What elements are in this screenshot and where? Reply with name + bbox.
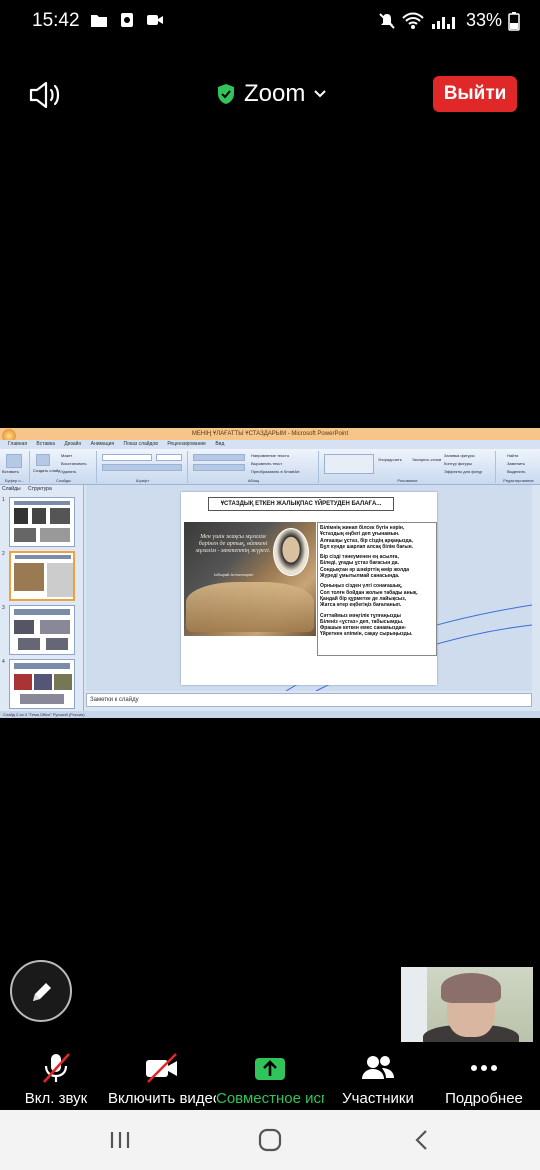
- share-screen-icon: [255, 1058, 285, 1080]
- back-icon[interactable]: [410, 1128, 434, 1152]
- quote-author: Ыбырай Алтынсарин: [214, 572, 254, 577]
- slide-number: 4: [2, 659, 5, 665]
- notes-field[interactable]: Заметки к слайду: [86, 693, 532, 707]
- pencil-icon: [33, 983, 51, 1001]
- ribbon-group: Упорядочить Экспресс-стили Заливка фигур…: [320, 451, 496, 483]
- ribbon-tab: Рецензирование: [167, 441, 206, 447]
- start-video-button[interactable]: Включить видео: [108, 1052, 216, 1108]
- slide-title: ҰСТАЗДЫҚ ЕТКЕН ЖАЛЫҚПАС ҮЙРЕТУДЕН БАЛАҒА…: [208, 497, 394, 511]
- encrypted-shield-icon: [218, 84, 234, 104]
- ribbon-group: Шрифт: [98, 451, 188, 483]
- home-icon[interactable]: [257, 1128, 283, 1152]
- video-off-icon: [146, 1053, 177, 1083]
- more-button[interactable]: Подробнее: [430, 1052, 538, 1108]
- ribbon-group: Направление текста Выровнять текст Преоб…: [189, 451, 319, 483]
- mute-icon: [379, 12, 395, 29]
- slide-thumbnail[interactable]: [9, 659, 75, 709]
- folder-icon: [91, 15, 107, 27]
- signal-icon: [431, 16, 455, 29]
- participants-label: Участники: [342, 1090, 414, 1107]
- ribbon: Вставить Буфер о... Создать слайд Макет …: [0, 449, 540, 485]
- slide-thumbnail-selected[interactable]: [9, 551, 75, 601]
- slide-number: 3: [2, 605, 5, 611]
- status-bar: 15:42 33%: [0, 0, 540, 42]
- annotate-button[interactable]: [10, 960, 72, 1022]
- slide-number: 2: [2, 551, 5, 557]
- ribbon-tabs: Главная Вставка Дизайн Анимация Показ сл…: [0, 440, 540, 449]
- slide-number: 1: [2, 497, 5, 503]
- unmute-button[interactable]: Вкл. звук: [2, 1052, 110, 1108]
- leave-button[interactable]: Выйти: [433, 76, 517, 112]
- more-label: Подробнее: [445, 1090, 523, 1107]
- poem-stanza: Орныңыз сізден үлгі сонағашық, Сол толғн…: [320, 583, 418, 609]
- window-title: МЕНІҢ ҰЛАҒАТТЫ ҰСТАЗДАРЫМ - Microsoft Po…: [0, 428, 540, 440]
- portrait-image: [273, 528, 309, 576]
- start-video-label: Включить видео: [108, 1090, 216, 1107]
- current-slide[interactable]: ҰСТАЗДЫҚ ЕТКЕН ЖАЛЫҚПАС ҮЙРЕТУДЕН БАЛАҒА…: [181, 492, 437, 685]
- poem-stanza: Сәттаймыз мәңгілік тұлғаңызды Біленіз «ұ…: [320, 612, 413, 638]
- book-portrait-image: Мен үшін жақсы мұғалім барінен де артық,…: [184, 522, 316, 636]
- shared-screen[interactable]: МЕНІҢ ҰЛАҒАТТЫ ҰСТАЗДАРЫМ - Microsoft Po…: [0, 428, 540, 718]
- battery-icon: [508, 11, 520, 31]
- tab-slides[interactable]: Слайды: [2, 486, 21, 492]
- battery-percentage: 33%: [465, 10, 502, 30]
- powerpoint-status-bar: Слайд 2 из 4 "Тема Office" Русский (Росс…: [0, 711, 540, 718]
- participants-button[interactable]: Участники: [324, 1052, 432, 1108]
- slide-quote: Мен үшін жақсы мұғалім барінен де артық,…: [195, 534, 271, 554]
- ribbon-tab: Показ слайдов: [123, 441, 158, 447]
- ribbon-tab: Анимация: [90, 441, 115, 447]
- self-video-thumbnail[interactable]: [401, 967, 533, 1042]
- wifi-icon: [402, 12, 424, 29]
- more-icon: [471, 1065, 497, 1071]
- tab-outline[interactable]: Структура: [28, 486, 52, 492]
- ribbon-group: Найти Заменить Выделить Редактирование: [503, 453, 534, 483]
- poem-stanza: Білімнің жинап білсек бүгін нәрін, Ұстаз…: [320, 525, 413, 550]
- ribbon-group: Создать слайд Макет Восстановить Удалить…: [31, 451, 97, 483]
- system-nav-bar: [0, 1110, 540, 1170]
- meeting-header: Zoom Выйти: [0, 68, 540, 122]
- share-label: Совместное использование: [216, 1090, 324, 1107]
- ribbon-tab: Дизайн: [64, 441, 82, 447]
- share-button[interactable]: Совместное использование: [216, 1052, 324, 1108]
- slide-thumbnail[interactable]: [9, 605, 75, 655]
- poem-text-box: Білімнің жинап білсек бүгін нәрін, Ұстаз…: [317, 522, 437, 656]
- slide-canvas: ҰСТАЗДЫҚ ЕТКЕН ЖАЛЫҚПАС ҮЙРЕТУДЕН БАЛАҒА…: [86, 485, 532, 691]
- meeting-toolbar: Вкл. звук Включить видео Совместное испо…: [0, 1048, 540, 1108]
- slides-panel: Слайды Структура 1 2 3 4: [0, 485, 84, 711]
- ribbon-tab: Вставка: [36, 441, 56, 447]
- poem-stanza: Бір сізді тәнеуменен ең асылға, Біледі, …: [320, 554, 410, 580]
- ribbon-tab: Вид: [215, 441, 225, 447]
- slide-thumbnail[interactable]: [9, 497, 75, 547]
- unmute-label: Вкл. звук: [24, 1090, 88, 1107]
- mic-muted-icon: [43, 1053, 70, 1083]
- open-book-image: [186, 582, 314, 632]
- video-icon: [147, 15, 163, 25]
- recent-apps-icon[interactable]: [108, 1128, 132, 1152]
- ribbon-tab: Главная: [8, 441, 28, 447]
- clock: 15:42: [32, 10, 80, 31]
- participants-icon: [362, 1056, 394, 1079]
- ribbon-group: Вставить Буфер о...: [0, 451, 30, 483]
- screen-record-icon: [121, 13, 133, 27]
- app-title: Zoom: [244, 80, 306, 107]
- chevron-down-icon: [314, 90, 327, 98]
- meeting-info-dropdown[interactable]: Zoom: [216, 80, 327, 108]
- speaker-icon[interactable]: [28, 80, 64, 110]
